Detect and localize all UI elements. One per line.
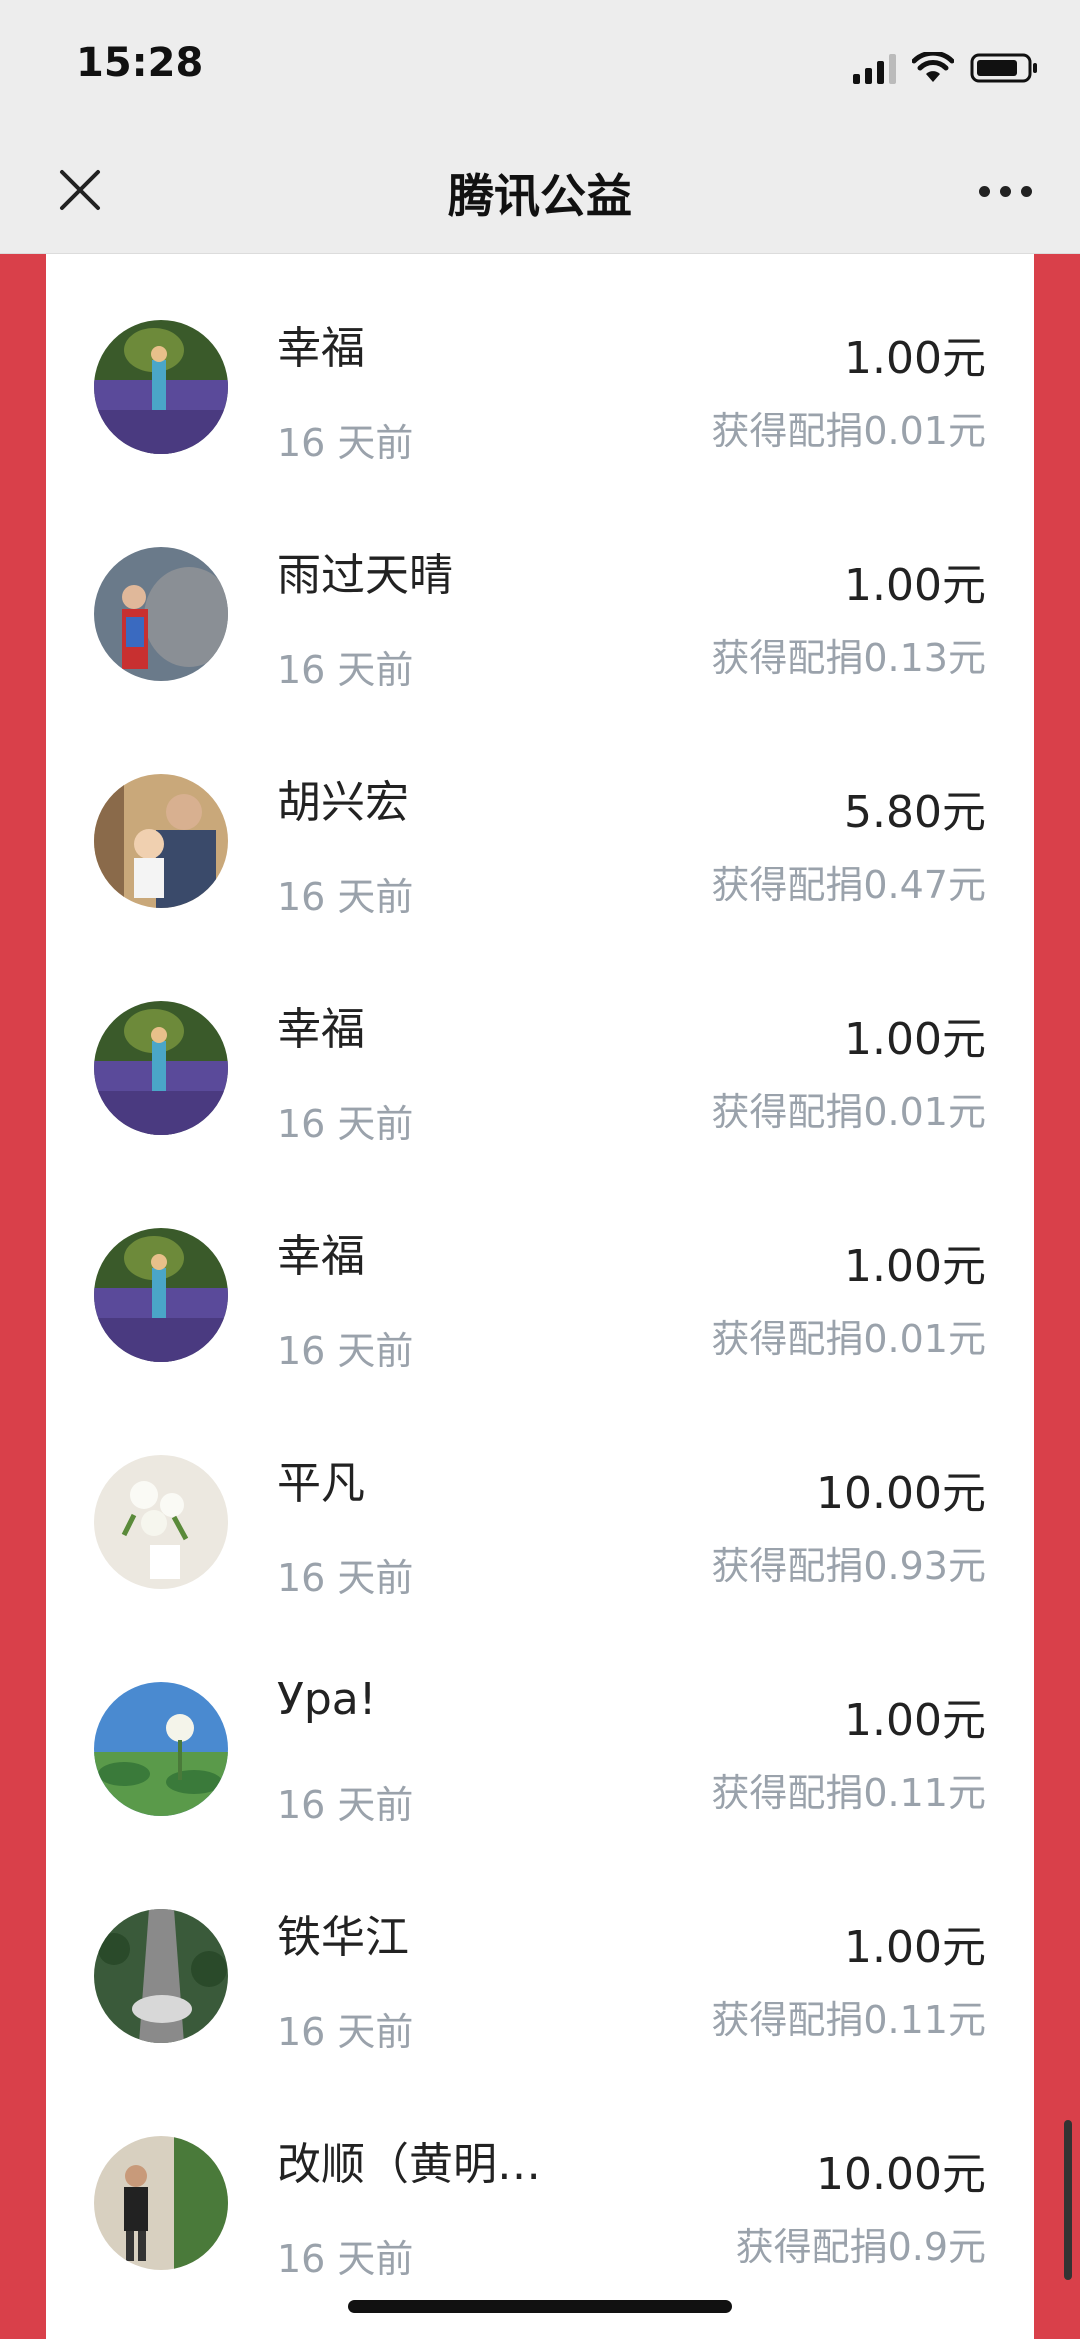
more-options-button[interactable] bbox=[970, 176, 1040, 206]
man-baby-avatar bbox=[94, 774, 228, 908]
donation-time: 16 天前 bbox=[277, 1102, 414, 1146]
donation-time: 16 天前 bbox=[277, 2237, 414, 2281]
donor-name: 改顺（黄明… bbox=[277, 2139, 541, 2190]
status-icons bbox=[853, 48, 1040, 84]
donation-amount: 1.00元 bbox=[844, 560, 986, 611]
donation-time: 16 天前 bbox=[277, 421, 414, 465]
nav-header: 15:28 腾讯公益 bbox=[0, 0, 1080, 254]
person-garden-avatar bbox=[94, 2136, 228, 2270]
donation-list: 幸福 16 天前 1.00元 获得配捐0.01元 雨过天晴 16 天前 1.00… bbox=[46, 254, 1034, 2339]
matched-amount: 获得配捐0.93元 bbox=[711, 1544, 986, 1588]
donor-name: 幸福 bbox=[277, 1231, 365, 1282]
avatar[interactable] bbox=[94, 1455, 228, 1589]
donation-row[interactable]: 胡兴宏 16 天前 5.80元 获得配捐0.47元 bbox=[46, 708, 1034, 935]
matched-amount: 获得配捐0.11元 bbox=[711, 1998, 986, 2042]
lavender-field-avatar bbox=[94, 1001, 228, 1135]
donation-amount: 10.00元 bbox=[816, 2149, 986, 2200]
donation-amount: 1.00元 bbox=[844, 1922, 986, 1973]
lavender-field-avatar bbox=[94, 1228, 228, 1362]
cellular-signal-icon bbox=[853, 52, 896, 84]
donation-amount: 1.00元 bbox=[844, 1695, 986, 1746]
avatar[interactable] bbox=[94, 774, 228, 908]
more-dot-icon bbox=[978, 185, 990, 197]
donor-name: 雨过天晴 bbox=[277, 550, 453, 601]
donation-time: 16 天前 bbox=[277, 648, 414, 692]
avatar[interactable] bbox=[94, 547, 228, 681]
donation-row[interactable]: 铁华江 16 天前 1.00元 获得配捐0.11元 bbox=[46, 1843, 1034, 2070]
matched-amount: 获得配捐0.11元 bbox=[711, 1771, 986, 1815]
avatar[interactable] bbox=[94, 1228, 228, 1362]
donation-amount: 1.00元 bbox=[844, 333, 986, 384]
donation-row[interactable]: Ура! 16 天前 1.00元 获得配捐0.11元 bbox=[46, 1616, 1034, 1843]
donor-name: 平凡 bbox=[277, 1458, 365, 1509]
donation-row[interactable]: 幸福 16 天前 1.00元 获得配捐0.01元 bbox=[46, 1162, 1034, 1389]
page-title: 腾讯公益 bbox=[448, 169, 632, 223]
donor-name: Ура! bbox=[277, 1674, 377, 1725]
donation-row[interactable]: 改顺（黄明… 16 天前 10.00元 获得配捐0.9元 bbox=[46, 2070, 1034, 2297]
donation-time: 16 天前 bbox=[277, 1329, 414, 1373]
white-flowers-avatar bbox=[94, 1455, 228, 1589]
donation-row[interactable]: 平凡 16 天前 10.00元 获得配捐0.93元 bbox=[46, 1389, 1034, 1616]
matched-amount: 获得配捐0.47元 bbox=[711, 863, 986, 907]
donation-amount: 10.00元 bbox=[816, 1468, 986, 1519]
donation-time: 16 天前 bbox=[277, 2010, 414, 2054]
more-dot-icon bbox=[1020, 185, 1032, 197]
donation-time: 16 天前 bbox=[277, 1783, 414, 1827]
status-time: 15:28 bbox=[76, 40, 204, 86]
donation-row[interactable]: 雨过天晴 16 天前 1.00元 获得配捐0.13元 bbox=[46, 481, 1034, 708]
donation-amount: 5.80元 bbox=[844, 787, 986, 838]
donation-time: 16 天前 bbox=[277, 875, 414, 919]
lavender-field-avatar bbox=[94, 320, 228, 454]
matched-amount: 获得配捐0.01元 bbox=[711, 1317, 986, 1361]
lotus-sky-avatar bbox=[94, 1682, 228, 1816]
donation-amount: 1.00元 bbox=[844, 1014, 986, 1065]
woman-rocks-avatar bbox=[94, 547, 228, 681]
donation-amount: 1.00元 bbox=[844, 1241, 986, 1292]
donor-name: 铁华江 bbox=[277, 1912, 409, 1963]
more-dot-icon bbox=[999, 185, 1011, 197]
matched-amount: 获得配捐0.01元 bbox=[711, 409, 986, 453]
donation-row[interactable]: 幸福 16 天前 1.00元 获得配捐0.01元 bbox=[46, 935, 1034, 1162]
donor-name: 幸福 bbox=[277, 323, 365, 374]
matched-amount: 获得配捐0.13元 bbox=[711, 636, 986, 680]
donor-name: 胡兴宏 bbox=[277, 777, 409, 828]
avatar[interactable] bbox=[94, 320, 228, 454]
donation-row[interactable]: 幸福 16 天前 1.00元 获得配捐0.01元 bbox=[46, 254, 1034, 481]
home-indicator[interactable] bbox=[348, 2300, 732, 2313]
avatar[interactable] bbox=[94, 1909, 228, 2043]
avatar[interactable] bbox=[94, 2136, 228, 2270]
matched-amount: 获得配捐0.9元 bbox=[735, 2225, 986, 2269]
wifi-icon bbox=[912, 52, 954, 82]
matched-amount: 获得配捐0.01元 bbox=[711, 1090, 986, 1134]
avatar[interactable] bbox=[94, 1682, 228, 1816]
battery-icon bbox=[970, 53, 1037, 83]
donation-time: 16 天前 bbox=[277, 1556, 414, 1600]
aerial-street-avatar bbox=[94, 1909, 228, 2043]
scrollbar[interactable] bbox=[1064, 2120, 1072, 2280]
avatar[interactable] bbox=[94, 1001, 228, 1135]
donor-name: 幸福 bbox=[277, 1004, 365, 1055]
